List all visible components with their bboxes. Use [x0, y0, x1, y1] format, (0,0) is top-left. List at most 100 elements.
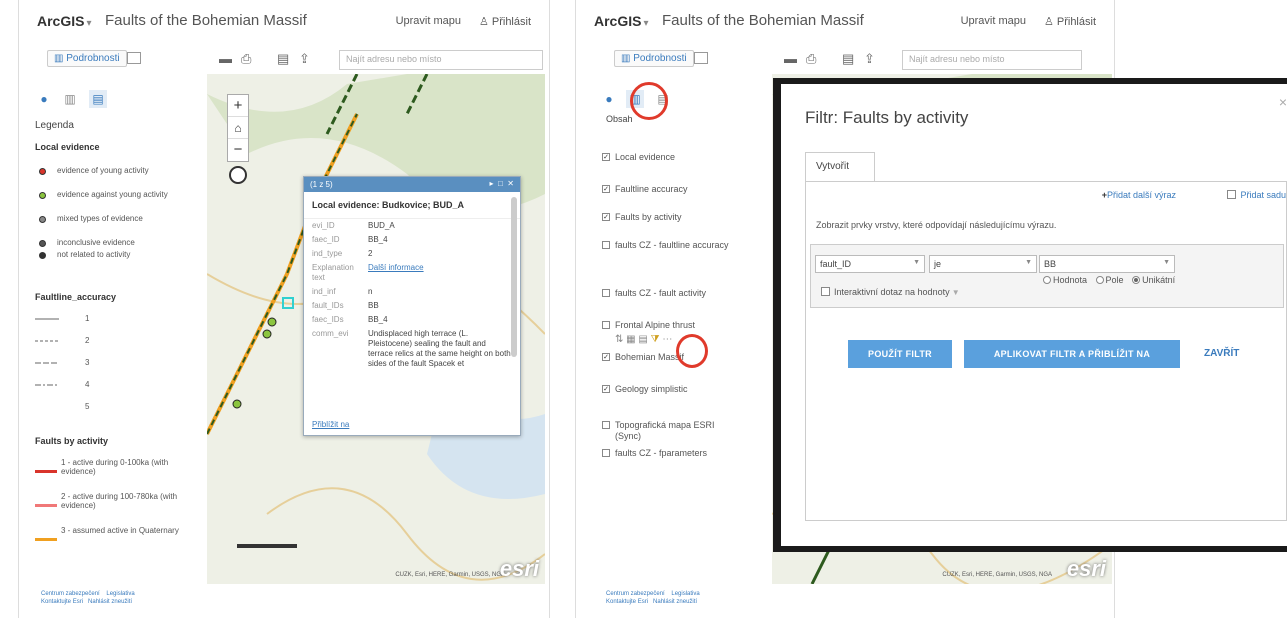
content-icon[interactable]: ▥	[61, 90, 79, 108]
value-select[interactable]: BB ▼	[1039, 255, 1175, 273]
radio-unique[interactable]	[1132, 276, 1141, 284]
legend-item-label: not related to activity	[57, 250, 131, 259]
arcgis-menu[interactable]: ArcGIS ▾	[594, 13, 649, 29]
share-icon[interactable]: ⇪	[299, 51, 310, 67]
footer-link-report[interactable]: Nahlásit zneužití	[88, 599, 132, 605]
popup-fields: evi_ID BUD_A faec_ID BB_4 ind_type 2 Explanati…	[304, 221, 520, 369]
close-button[interactable]: ZAVŘÍT	[1204, 348, 1239, 359]
zoom-control: + ⌂ −	[227, 94, 249, 162]
map-evidence-point[interactable]	[232, 399, 242, 409]
layer-item[interactable]: Topografická mapa ESRI (Sync)	[602, 420, 734, 442]
login-label: Přihlásit	[1056, 16, 1096, 28]
arcgis-menu[interactable]: ArcGIS ▾	[37, 13, 92, 29]
zoom-in-button[interactable]: +	[228, 95, 248, 117]
radio-value[interactable]	[1043, 276, 1051, 284]
layer-item[interactable]: ✓ Faultline accuracy	[602, 184, 734, 195]
apply-filter-button[interactable]: POUŽÍT FILTR	[848, 340, 952, 368]
zoom-out-button[interactable]: −	[228, 139, 248, 161]
layer-item[interactable]: ✓ Geology simplistic	[602, 384, 734, 395]
layer-item[interactable]: faults CZ - fparameters	[602, 448, 734, 459]
radio-field-label: Pole	[1105, 275, 1124, 285]
sort-icon[interactable]: ⇅	[615, 334, 626, 345]
login-link[interactable]: ♙ Přihlásit	[1044, 15, 1096, 28]
print-icon[interactable]: ⎙	[241, 51, 251, 67]
sidebar-tabs: ● ▥ ▤	[600, 90, 750, 112]
maximize-icon[interactable]: □	[498, 179, 503, 188]
footer-link-legal[interactable]: Legislativa	[671, 591, 699, 597]
footer-link-contact[interactable]: Kontaktujte Esri	[41, 599, 83, 605]
print-icon[interactable]: ⎙	[806, 51, 816, 67]
add-expression-button[interactable]: +Přidat další výraz	[1102, 190, 1176, 200]
info-icon[interactable]: ●	[35, 90, 53, 108]
layer-checkbox[interactable]: ✓	[602, 185, 610, 193]
layer-checkbox[interactable]	[602, 449, 610, 457]
more-icon[interactable]: ⋯	[662, 334, 672, 345]
radio-field[interactable]	[1095, 276, 1104, 284]
search-input[interactable]: Najít adresu nebo místo	[902, 50, 1082, 70]
layer-checkbox[interactable]: ✓	[602, 213, 610, 221]
grid-view-icon[interactable]	[694, 52, 708, 64]
measure-icon[interactable]: ▬	[784, 51, 797, 66]
layer-checkbox[interactable]	[602, 289, 610, 297]
footer-link-contact[interactable]: Kontaktujte Esri	[606, 599, 648, 605]
popup-scrollbar[interactable]	[511, 197, 517, 357]
zoom-to-link[interactable]: Přiblížit na	[312, 420, 349, 429]
table-icon[interactable]: ▦	[626, 334, 638, 345]
apply-and-zoom-button[interactable]: APLIKOVAT FILTR A PŘIBLÍŽIT NA	[964, 340, 1180, 368]
layer-checkbox[interactable]	[602, 321, 610, 329]
tab-details-label: Podrobnosti	[633, 53, 687, 64]
add-set-checkbox[interactable]: Přidat sadu	[1227, 190, 1286, 200]
map-evidence-point[interactable]	[262, 329, 272, 339]
layer-item[interactable]: Frontal Alpine thrust ⇅ ▦ ▤ ⧩ ⋯	[602, 320, 734, 345]
layer-item[interactable]: faults CZ - fault activity	[602, 288, 734, 299]
search-input[interactable]: Najít adresu nebo místo	[339, 50, 543, 70]
map-evidence-point[interactable]	[267, 317, 277, 327]
popup-field-value: 2	[368, 249, 373, 258]
layer-checkbox[interactable]	[602, 421, 610, 429]
info-icon[interactable]: ●	[600, 90, 618, 108]
edit-map-link[interactable]: Upravit mapu	[396, 15, 461, 27]
layer-checkbox[interactable]	[602, 241, 610, 249]
bookmark-icon[interactable]: ▤	[277, 51, 289, 67]
filter-builder: +Přidat další výraz Přidat sadu Zobrazit…	[805, 181, 1287, 521]
field-select[interactable]: fault_ID ▼	[815, 255, 925, 273]
layer-checkbox[interactable]: ✓	[602, 153, 610, 161]
popup-field-key: faec_ID	[312, 235, 340, 244]
dialog-close-icon[interactable]: ×	[1279, 94, 1287, 110]
operator-select[interactable]: je ▼	[929, 255, 1037, 273]
layer-item[interactable]: ✓ Bohemian Massif	[602, 352, 734, 363]
legend-icon[interactable]: ▤	[638, 334, 650, 345]
layer-item[interactable]: ✓ Local evidence	[602, 152, 734, 163]
measure-icon[interactable]: ▬	[219, 51, 232, 66]
expression-row: fault_ID ▼ je ▼ BB ▼ Hodnota Pole Unikátní …	[810, 244, 1284, 308]
layer-checkbox[interactable]: ✓	[602, 385, 610, 393]
footer-link-legal[interactable]: Legislativa	[106, 591, 134, 597]
close-icon[interactable]: ✕	[507, 179, 514, 188]
map-scalebar	[237, 544, 297, 548]
legend-icon[interactable]: ▤	[89, 90, 107, 108]
filter-icon[interactable]: ⧩	[651, 334, 663, 345]
tab-details[interactable]: ▥ Podrobnosti	[614, 50, 694, 67]
map-attribution: CUZK, Esri, HERE, Garmin, USGS, NGA	[942, 572, 1052, 578]
footer-link-security[interactable]: Centrum zabezpečení	[41, 591, 100, 597]
layer-item[interactable]: ✓ Faults by activity	[602, 212, 734, 223]
login-link[interactable]: ♙ Přihlásit	[479, 15, 531, 28]
tab-create[interactable]: Vytvořit	[805, 152, 875, 182]
locate-button[interactable]	[229, 166, 247, 184]
checkbox-icon	[1227, 190, 1237, 199]
footer-link-report[interactable]: Nahlásit zneužití	[653, 599, 697, 605]
interactive-checkbox[interactable]: Interaktivní dotaz na hodnoty ▼	[821, 287, 960, 297]
layer-checkbox[interactable]: ✓	[602, 353, 610, 361]
footer-link-security[interactable]: Centrum zabezpečení	[606, 591, 665, 597]
edit-map-link[interactable]: Upravit mapu	[961, 15, 1026, 27]
share-icon[interactable]: ⇪	[864, 51, 875, 67]
home-button[interactable]: ⌂	[228, 117, 248, 139]
legend-item-label: evidence of young activity	[57, 166, 149, 175]
next-icon[interactable]: ▸	[490, 179, 494, 188]
layer-item[interactable]: faults CZ - faultline accuracy	[602, 240, 734, 251]
tab-details[interactable]: ▥ Podrobnosti	[47, 50, 127, 67]
grid-view-icon[interactable]	[127, 52, 141, 64]
more-info-link[interactable]: Další informace	[368, 263, 512, 273]
bookmark-icon[interactable]: ▤	[842, 51, 854, 67]
user-icon: ♙	[1043, 16, 1057, 28]
